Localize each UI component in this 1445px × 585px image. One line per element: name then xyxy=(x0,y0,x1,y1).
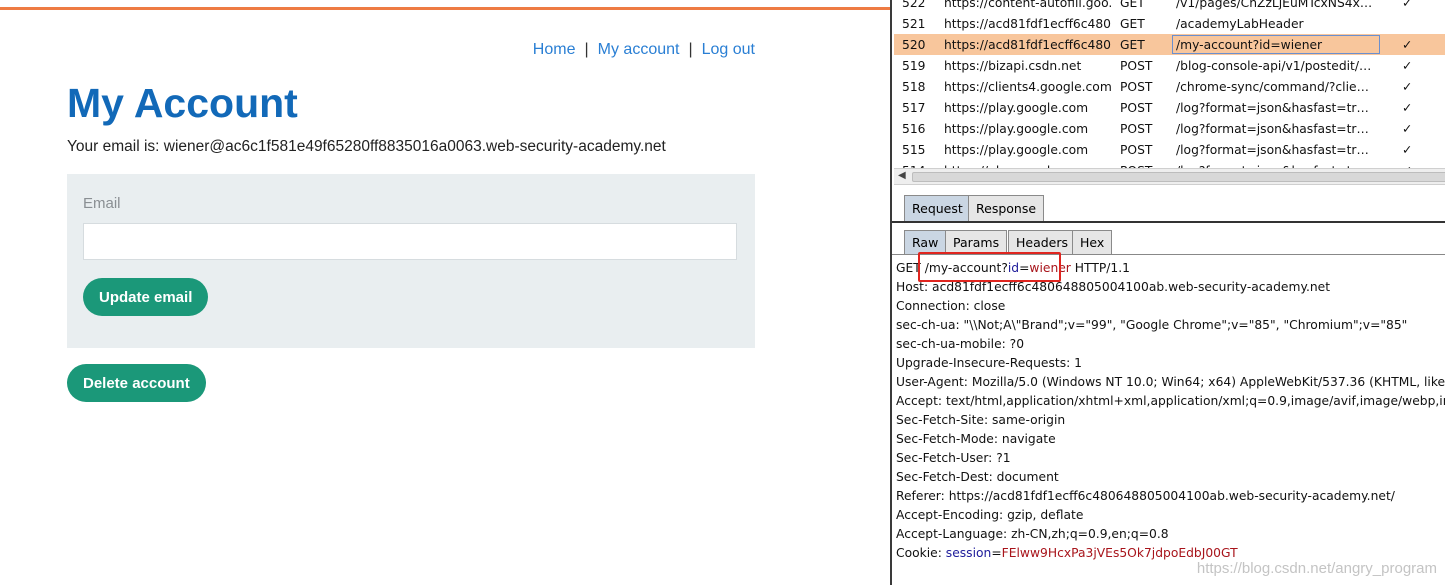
update-email-button[interactable]: Update email xyxy=(83,278,209,316)
cookie-eq: = xyxy=(991,546,1002,560)
request-header-line: Accept-Language: zh-CN,zh;q=0.9,en;q=0.8 xyxy=(896,527,1169,541)
request-header-line: Sec-Fetch-Dest: document xyxy=(896,470,1059,484)
history-row[interactable]: 517 https://play.google.com POST/log?forma… xyxy=(894,97,1445,118)
selected-cell-border xyxy=(1172,35,1380,54)
row-url: /log?format=json&hasfast=true&... xyxy=(1176,143,1376,157)
watermark-text: https://blog.csdn.net/angry_program xyxy=(1196,560,1437,577)
history-row[interactable]: 522 https://content-autofill.goo... GET/v1… xyxy=(894,0,1445,13)
email-label: Email xyxy=(83,195,121,212)
tab-request[interactable]: Request xyxy=(904,195,971,221)
change-email-form: Email Update email xyxy=(67,174,755,348)
tab-params[interactable]: Params xyxy=(945,230,1008,254)
row-method: POST xyxy=(1120,59,1153,73)
request-header-line: Referer: https://acd81fdf1ecff6c48064880… xyxy=(896,489,1395,503)
row-method: POST xyxy=(1120,122,1153,136)
current-email-text: Your email is: wiener@ac6c1f581e49f65280… xyxy=(67,138,666,155)
history-row[interactable]: 518 https://clients4.google.com POST/chrom… xyxy=(894,76,1445,97)
row-host: https://bizapi.csdn.net xyxy=(944,59,1082,73)
nav-separator: | xyxy=(688,41,693,58)
request-header-line: Sec-Fetch-Site: same-origin xyxy=(896,413,1066,427)
scroll-left-icon[interactable]: ◀ xyxy=(898,170,906,181)
tab-headers[interactable]: Headers xyxy=(1008,230,1077,254)
row-number: 519 xyxy=(902,59,926,73)
tab-response[interactable]: Response xyxy=(968,195,1045,221)
row-number: 515 xyxy=(902,143,926,157)
row-method: POST xyxy=(1120,101,1153,115)
cookie-header-name: Cookie: xyxy=(896,546,946,560)
request-protocol: HTTP/1.1 xyxy=(1070,261,1130,275)
horizontal-scrollbar[interactable]: ◀ xyxy=(894,168,1445,185)
burp-proxy-panel: 522 https://content-autofill.goo... GET/v1… xyxy=(890,0,1445,585)
row-host: https://content-autofill.goo... xyxy=(944,0,1112,10)
nav-separator: | xyxy=(584,41,589,58)
row-check: ✓ xyxy=(1402,143,1413,157)
row-host: https://play.google.com xyxy=(944,122,1089,136)
row-host: https://clients4.google.com xyxy=(944,80,1112,94)
row-host: https://play.google.com xyxy=(944,143,1089,157)
request-header-line: sec-ch-ua: "\\Not;A\"Brand";v="99", "Goo… xyxy=(896,318,1408,332)
row-check: ✓ xyxy=(1402,38,1413,52)
row-number: 518 xyxy=(902,80,926,94)
tab-raw[interactable]: Raw xyxy=(904,230,947,254)
http-history-table: 522 https://content-autofill.goo... GET/v1… xyxy=(894,0,1445,168)
top-nav: Home | My account | Log out xyxy=(533,41,755,59)
request-view-tabs: Raw Params Headers Hex xyxy=(892,226,1445,255)
nav-log-out-link[interactable]: Log out xyxy=(702,41,755,58)
highlight-annotation-box xyxy=(918,252,1061,282)
row-method: GET xyxy=(1120,38,1145,52)
row-url: /blog-console-api/v1/postedit/sav... xyxy=(1176,59,1376,73)
row-method: POST xyxy=(1120,80,1153,94)
history-row[interactable]: 519 https://bizapi.csdn.net POST/blog-cons… xyxy=(894,55,1445,76)
request-headers: Host: acd81fdf1ecff6c480648805004100ab.w… xyxy=(896,278,1445,544)
row-number: 516 xyxy=(902,122,926,136)
row-check: ✓ xyxy=(1402,101,1413,115)
request-header-line: sec-ch-ua-mobile: ?0 xyxy=(896,337,1025,351)
row-number: 521 xyxy=(902,17,926,31)
web-page: Home | My account | Log out My Account Your … xyxy=(0,0,890,585)
nav-home-link[interactable]: Home xyxy=(533,41,576,58)
history-row[interactable]: 514https://play.google.comPOST/log?forma… xyxy=(894,160,1445,168)
tab-hex[interactable]: Hex xyxy=(1072,230,1113,254)
row-check: ✓ xyxy=(1402,122,1413,136)
history-row[interactable]: 521 https://acd81fdf1ecff6c480... GET/acad… xyxy=(894,13,1445,34)
row-url: /log?format=json&hasfast=true&... xyxy=(1176,122,1376,136)
row-method: GET xyxy=(1120,17,1145,31)
request-header-line: Connection: close xyxy=(896,299,1006,313)
row-number: 522 xyxy=(902,0,926,10)
row-number: 517 xyxy=(902,101,926,115)
row-url: /log?format=json&hasfast=true&... xyxy=(1176,101,1376,115)
page-title: My Account xyxy=(67,80,298,126)
request-header-line: Upgrade-Insecure-Requests: 1 xyxy=(896,356,1082,370)
request-header-line: Accept-Encoding: gzip, deflate xyxy=(896,508,1084,522)
row-check: ✓ xyxy=(1402,80,1413,94)
row-check: ✓ xyxy=(1402,59,1413,73)
row-url: /academyLabHeader xyxy=(1176,17,1304,31)
row-host: https://acd81fdf1ecff6c480... xyxy=(944,38,1112,52)
history-row[interactable]: 520 https://acd81fdf1ecff6c480... GET/my-a… xyxy=(894,34,1445,55)
nav-my-account-link[interactable]: My account xyxy=(598,41,680,58)
row-number: 520 xyxy=(902,38,926,52)
history-row[interactable]: 515 https://play.google.com POST/log?forma… xyxy=(894,139,1445,160)
email-input[interactable] xyxy=(83,223,737,260)
request-header-line: User-Agent: Mozilla/5.0 (Windows NT 10.0… xyxy=(896,375,1445,389)
request-header-line: Accept: text/html,application/xhtml+xml,… xyxy=(896,394,1445,408)
request-header-line: Sec-Fetch-Mode: navigate xyxy=(896,432,1056,446)
cookie-value: FElww9HcxPa3jVEs5Ok7jdpoEdbJ00GT xyxy=(1001,546,1238,560)
message-tabs: Request Response xyxy=(892,191,1445,223)
raw-request-editor[interactable]: GET /my-account?id=wiener HTTP/1.1 Host:… xyxy=(896,259,1445,563)
cookie-name: session xyxy=(945,546,992,560)
row-host: https://play.google.com xyxy=(944,101,1089,115)
row-url: /v1/pages/ChZzLjEuMTcxNS4xN... xyxy=(1176,0,1376,10)
row-check: ✓ xyxy=(1402,0,1413,10)
scrollbar-thumb[interactable] xyxy=(912,172,1445,182)
row-url: /chrome-sync/command/?client... xyxy=(1176,80,1376,94)
history-row[interactable]: 516 https://play.google.com POST/log?forma… xyxy=(894,118,1445,139)
delete-account-button[interactable]: Delete account xyxy=(67,364,206,402)
row-method: GET xyxy=(1120,0,1145,10)
row-host: https://acd81fdf1ecff6c480... xyxy=(944,17,1112,31)
top-accent-bar xyxy=(0,7,890,10)
row-method: POST xyxy=(1120,143,1153,157)
request-header-line: Sec-Fetch-User: ?1 xyxy=(896,451,1011,465)
